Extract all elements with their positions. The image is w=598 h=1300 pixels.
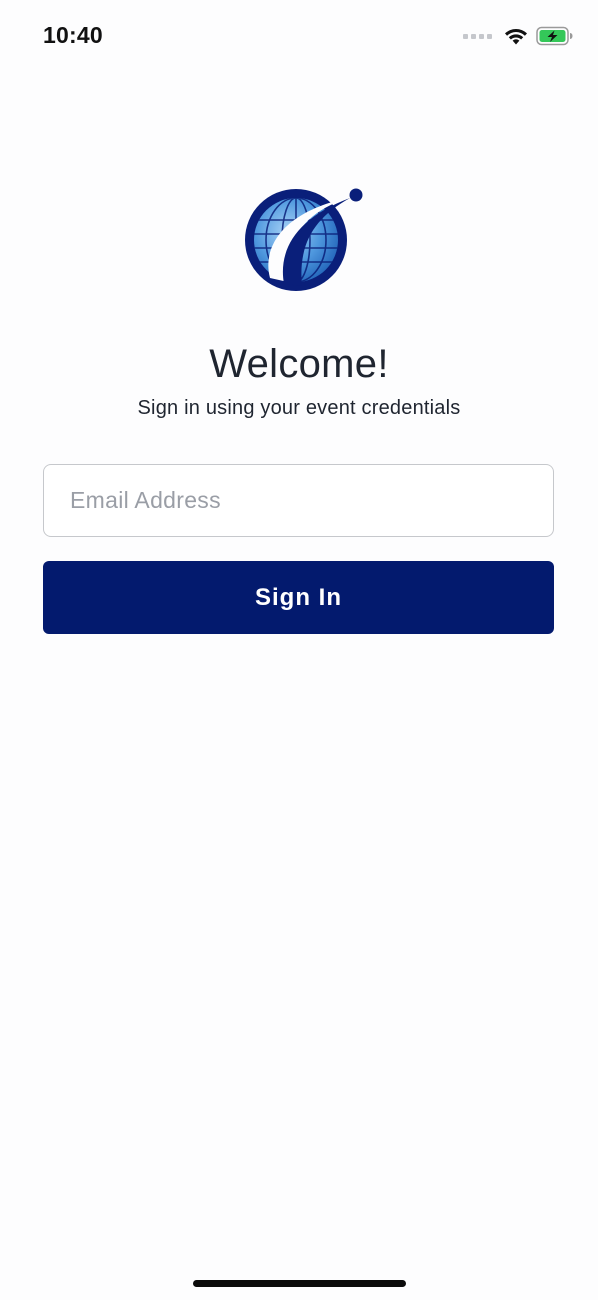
status-bar: 10:40	[0, 0, 598, 72]
battery-charging-icon	[536, 26, 573, 46]
welcome-subtitle: Sign in using your event credentials	[137, 397, 461, 419]
globe-logo-icon	[245, 188, 363, 291]
wifi-icon	[505, 28, 527, 45]
email-field[interactable]	[43, 464, 554, 537]
status-icons	[463, 24, 574, 48]
sign-in-button[interactable]: Sign In	[43, 561, 554, 634]
home-indicator[interactable]	[193, 1280, 406, 1287]
status-time: 10:40	[43, 22, 103, 48]
cellular-signal-icon	[463, 33, 492, 39]
welcome-title: Welcome!	[209, 342, 389, 386]
